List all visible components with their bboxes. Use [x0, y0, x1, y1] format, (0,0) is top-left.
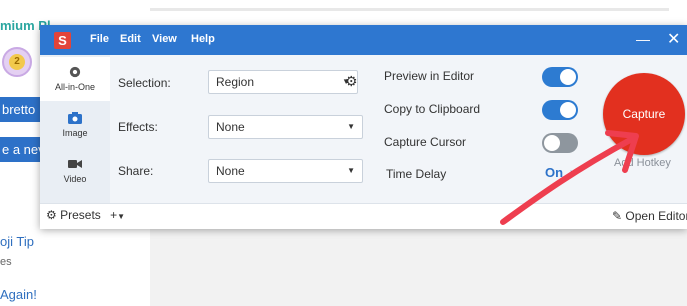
preview-in-editor-toggle[interactable]: [542, 67, 578, 87]
tab-image[interactable]: Image: [40, 103, 110, 147]
window-footer: ⚙ Presets +▼ ✎ Open Editor: [40, 203, 687, 229]
close-icon[interactable]: ✕: [667, 29, 680, 49]
menu-help[interactable]: Help: [191, 33, 215, 45]
presets-label: Presets: [60, 208, 101, 222]
capture-cursor-toggle[interactable]: [542, 133, 578, 153]
chevron-right-icon[interactable]: ›: [570, 167, 574, 179]
background-link-1[interactable]: oji Tip: [0, 234, 34, 249]
effects-dropdown[interactable]: None ▼: [208, 115, 363, 139]
gear-icon: ⚙: [46, 208, 57, 222]
open-editor-label: Open Editor: [625, 209, 687, 223]
all-in-one-icon: [69, 66, 81, 78]
snagit-app-icon: S: [54, 32, 71, 49]
menu-edit[interactable]: Edit: [120, 33, 141, 45]
share-dropdown[interactable]: None ▼: [208, 159, 363, 183]
add-hotkey-link[interactable]: Add Hotkey: [614, 157, 671, 169]
copy-to-clipboard-toggle[interactable]: [542, 100, 578, 120]
background-page-bar: [150, 8, 669, 11]
chevron-down-icon: ▼: [347, 166, 355, 175]
capture-mode-sidebar: All-in-One Image Video: [40, 55, 110, 203]
open-editor-icon: ✎: [612, 209, 623, 223]
tab-image-label: Image: [62, 128, 88, 138]
selection-value: Region: [216, 75, 255, 89]
background-page-lower: [150, 228, 687, 306]
background-button-2[interactable]: e a nev: [0, 137, 44, 162]
background-link-2[interactable]: Again!: [0, 287, 37, 302]
tab-video-label: Video: [63, 174, 87, 184]
title-bar[interactable]: S File Edit View Help — ✕: [40, 25, 687, 55]
camera-icon: [68, 112, 82, 124]
capture-button-label: Capture: [622, 107, 666, 121]
background-small-text: es: [0, 256, 12, 268]
snagit-capture-window: S File Edit View Help — ✕ All-in-One Ima…: [40, 25, 687, 229]
effects-value: None: [216, 120, 245, 134]
time-delay-label: Time Delay: [386, 167, 447, 181]
effects-label: Effects:: [118, 120, 158, 134]
presets-button[interactable]: ⚙ Presets +▼: [46, 208, 125, 222]
chevron-down-icon: ▼: [347, 122, 355, 131]
video-camera-icon: [68, 160, 82, 168]
selection-settings-gear-icon[interactable]: ⚙: [345, 73, 358, 90]
background-badge-icon: 2: [2, 47, 32, 77]
chevron-down-icon: ▼: [117, 212, 126, 221]
tab-all-in-one[interactable]: All-in-One: [40, 57, 110, 101]
menu-file[interactable]: File: [90, 33, 109, 45]
menu-view[interactable]: View: [152, 33, 177, 45]
time-delay-value[interactable]: On: [545, 165, 563, 180]
background-button-1[interactable]: bretto: [0, 97, 44, 122]
capture-cursor-label: Capture Cursor: [384, 135, 467, 149]
selection-dropdown[interactable]: Region ▼: [208, 70, 358, 94]
selection-label: Selection:: [118, 76, 171, 90]
capture-button[interactable]: Capture: [603, 73, 685, 155]
tab-all-in-one-label: All-in-One: [54, 82, 95, 92]
open-editor-button[interactable]: ✎ Open Editor: [612, 209, 687, 223]
share-value: None: [216, 164, 245, 178]
share-label: Share:: [118, 164, 154, 178]
capture-settings-panel: Selection: Region ▼ ⚙ Effects: None ▼ Sh…: [110, 55, 687, 203]
tab-video[interactable]: Video: [40, 149, 110, 193]
minimize-icon[interactable]: —: [636, 31, 650, 47]
preview-in-editor-label: Preview in Editor: [384, 69, 475, 83]
copy-to-clipboard-label: Copy to Clipboard: [384, 102, 481, 116]
